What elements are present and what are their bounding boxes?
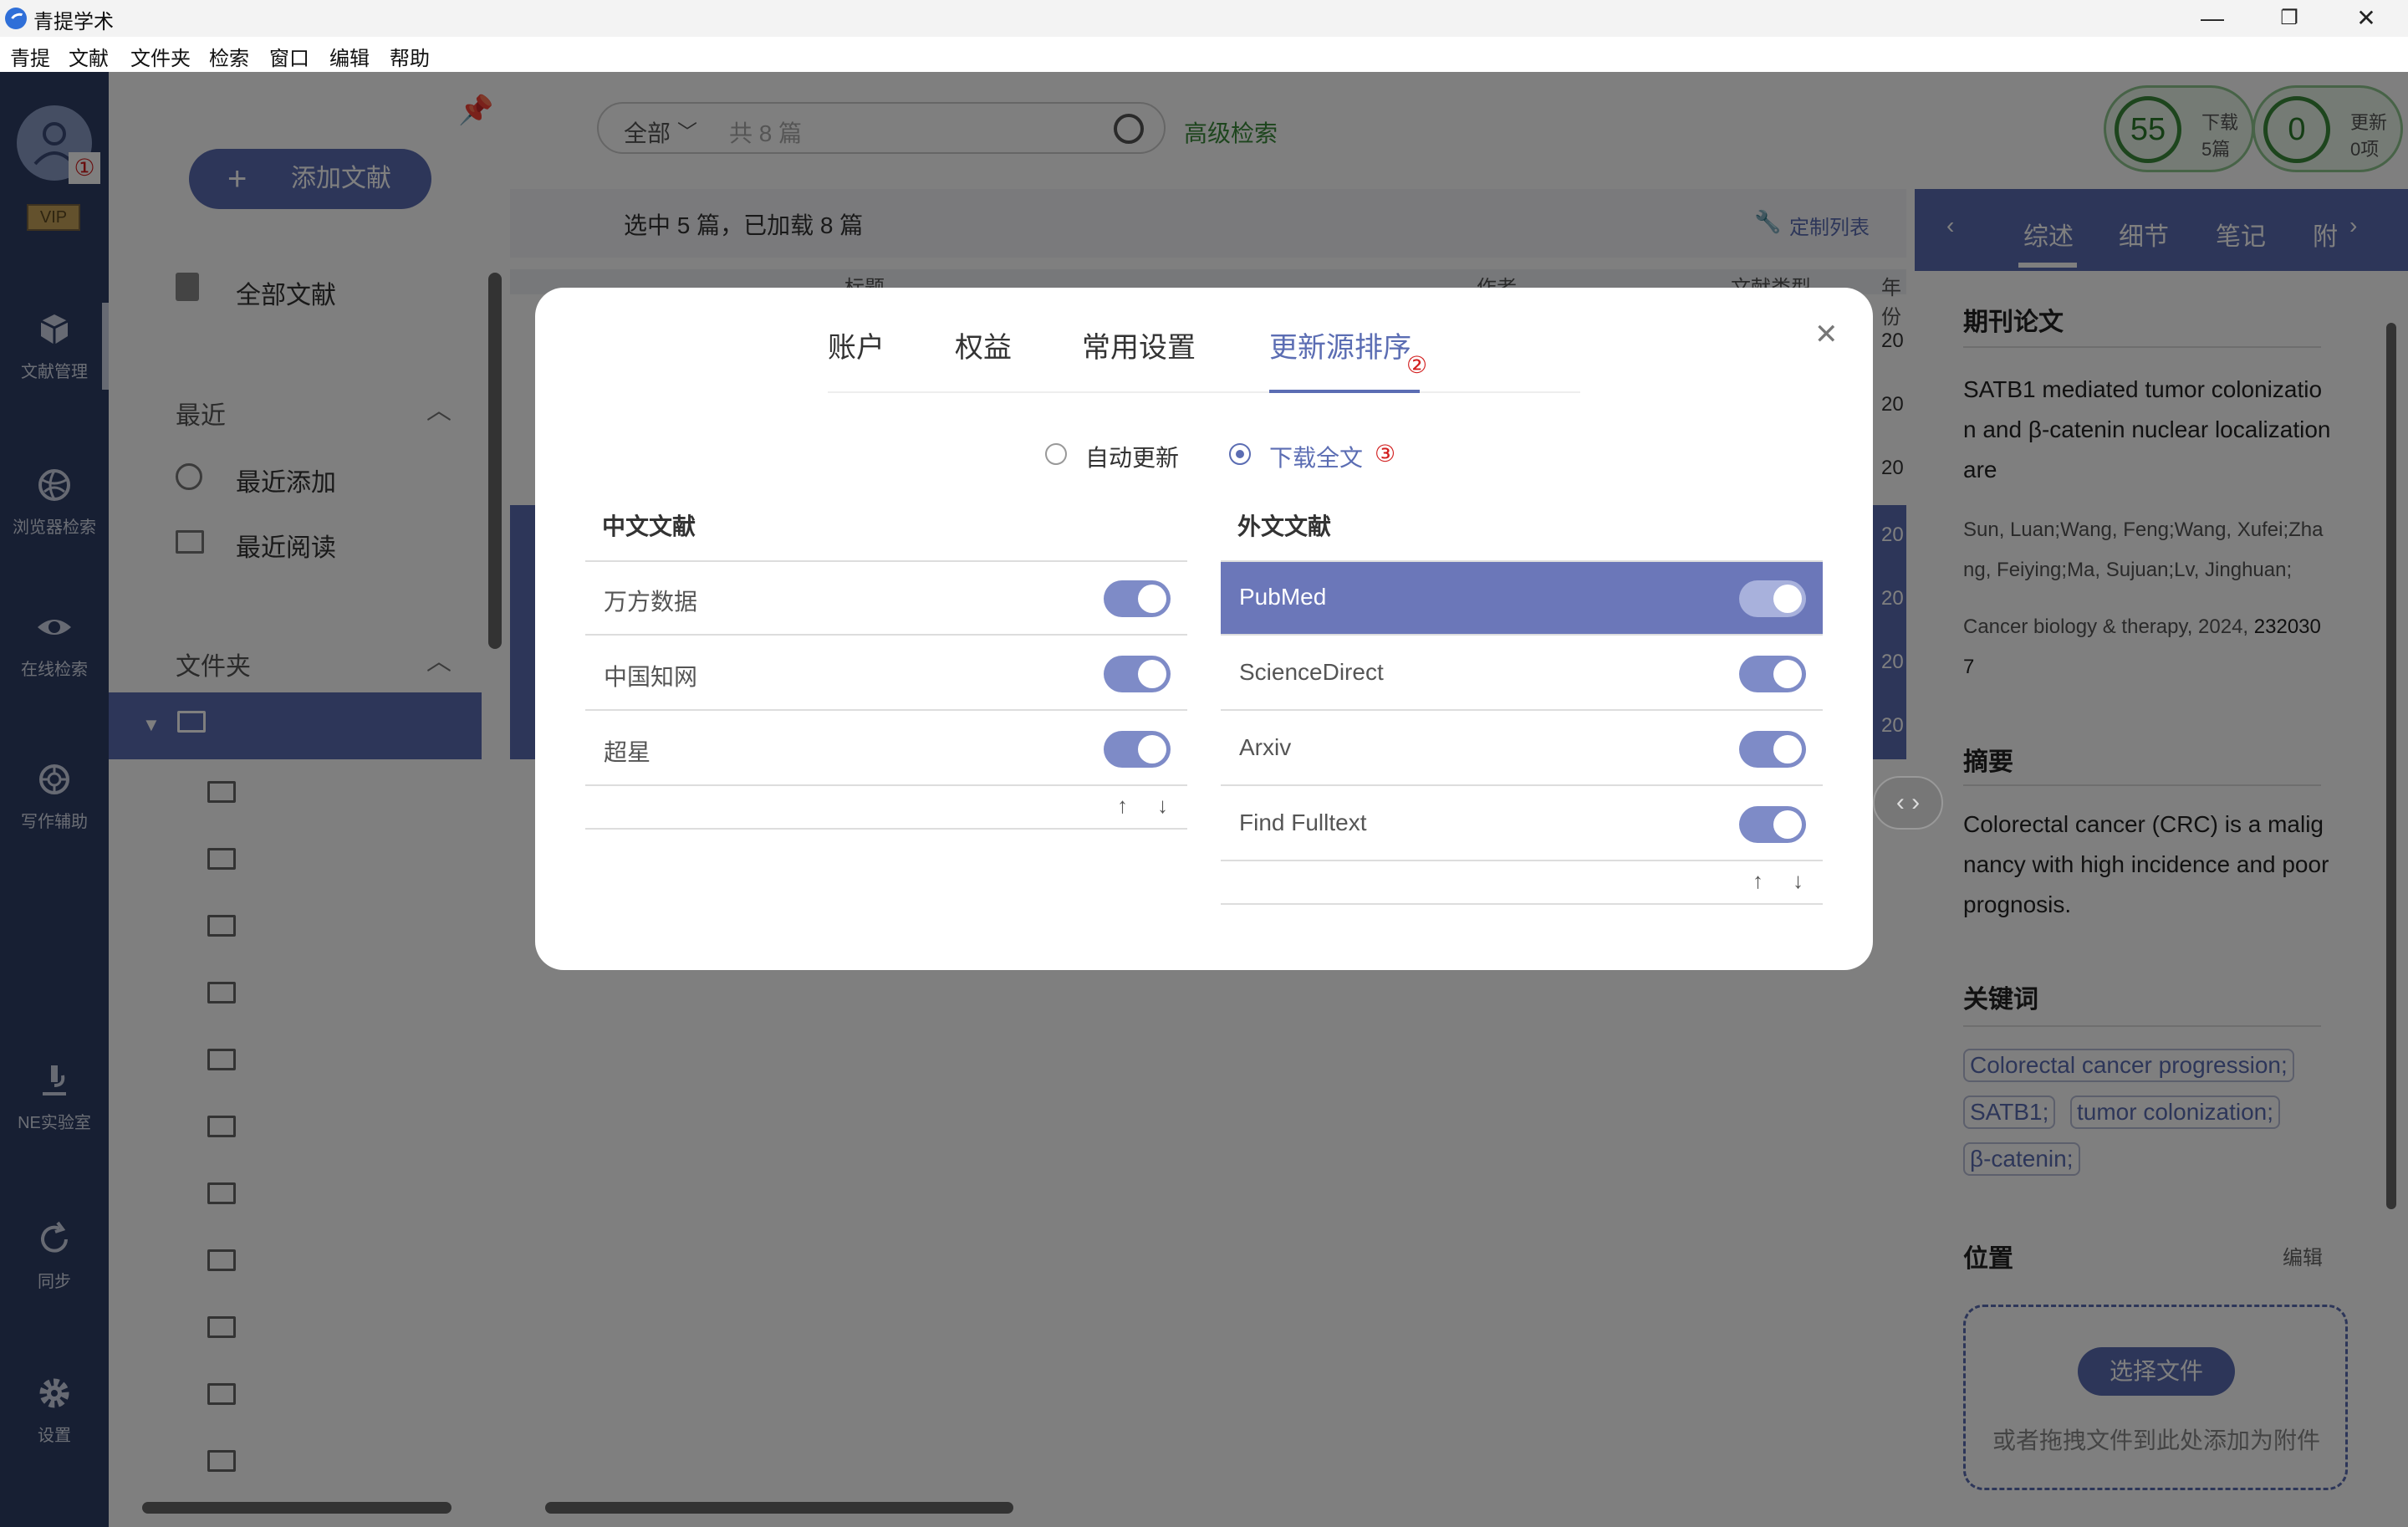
toggle-knob: [1773, 735, 1802, 764]
toggle-knob: [1138, 585, 1166, 613]
menu-help[interactable]: 帮助: [390, 42, 430, 71]
toggle-knob: [1138, 735, 1166, 764]
tab-active-underline: [1269, 390, 1420, 393]
source-toggle[interactable]: [1104, 731, 1171, 768]
tab-benefits[interactable]: 权益: [955, 324, 1012, 365]
settings-dialog: 账户 权益 常用设置 更新源排序 ② ✕ 自动更新 下载全文 ③ 中文文献 万方…: [535, 288, 1873, 970]
move-up-button[interactable]: ↑: [1752, 868, 1763, 894]
source-row-arxiv[interactable]: Arxiv: [1221, 712, 1823, 786]
source-toggle[interactable]: [1739, 656, 1806, 692]
source-label: 万方数据: [604, 589, 698, 615]
maximize-button[interactable]: ❐: [2251, 0, 2328, 37]
move-up-button[interactable]: ↑: [1117, 793, 1128, 819]
radio-auto-update[interactable]: [1045, 443, 1067, 465]
source-label: 超星: [604, 739, 651, 765]
toggle-knob: [1773, 660, 1802, 688]
source-row-wanfang[interactable]: 万方数据: [585, 562, 1187, 636]
source-label: Find Fulltext: [1239, 809, 1367, 835]
close-window-button[interactable]: ✕: [2328, 0, 2405, 37]
source-row-sciencedirect[interactable]: ScienceDirect: [1221, 637, 1823, 711]
source-row-chaoxing[interactable]: 超星: [585, 712, 1187, 786]
source-label: 中国知网: [604, 664, 698, 690]
title-bar: 青提学术 — ❐ ✕: [0, 0, 2408, 37]
menu-window[interactable]: 窗口: [269, 42, 309, 71]
annotation-mark-2: ②: [1406, 352, 1428, 378]
app-logo-icon: [5, 8, 27, 29]
close-dialog-button[interactable]: ✕: [1814, 318, 1839, 351]
radio-auto-update-label[interactable]: 自动更新: [1085, 440, 1179, 473]
move-down-button[interactable]: ↓: [1157, 793, 1168, 819]
divider: [1221, 903, 1823, 905]
tab-common-settings[interactable]: 常用设置: [1082, 324, 1196, 365]
radio-download-fulltext-label[interactable]: 下载全文: [1269, 440, 1363, 473]
source-toggle[interactable]: [1739, 806, 1806, 843]
tabs-divider: [828, 391, 1580, 393]
menu-qingti[interactable]: 青提: [10, 42, 50, 71]
minimize-button[interactable]: —: [2174, 0, 2251, 37]
source-label: PubMed: [1239, 584, 1327, 610]
toggle-knob: [1773, 810, 1802, 839]
source-row-pubmed[interactable]: PubMed: [1221, 562, 1823, 636]
source-label: ScienceDirect: [1239, 659, 1384, 685]
tab-account[interactable]: 账户: [828, 324, 885, 365]
divider: [585, 828, 1187, 830]
source-row-find-fulltext[interactable]: Find Fulltext: [1221, 788, 1823, 861]
toggle-knob: [1773, 585, 1802, 613]
radio-download-fulltext[interactable]: [1229, 443, 1251, 465]
menu-folder[interactable]: 文件夹: [130, 42, 191, 71]
zh-sources-header: 中文文献: [602, 513, 696, 539]
en-sources-header: 外文文献: [1237, 513, 1332, 539]
source-toggle[interactable]: [1104, 656, 1171, 692]
window-title: 青提学术: [33, 11, 114, 33]
menu-documents[interactable]: 文献: [69, 42, 109, 71]
panel-toggle-handle[interactable]: ‹ ›: [1873, 776, 1943, 830]
menu-bar: 青提 文献 文件夹 检索 窗口 编辑 帮助: [0, 37, 2408, 72]
menu-edit[interactable]: 编辑: [329, 42, 370, 71]
source-label: Arxiv: [1239, 734, 1292, 760]
source-toggle[interactable]: [1739, 580, 1806, 617]
menu-search[interactable]: 检索: [209, 42, 249, 71]
move-down-button[interactable]: ↓: [1793, 868, 1803, 894]
tab-source-order[interactable]: 更新源排序: [1269, 324, 1411, 365]
annotation-mark-3: ③: [1375, 441, 1396, 467]
toggle-knob: [1138, 660, 1166, 688]
source-toggle[interactable]: [1104, 580, 1171, 617]
source-row-cnki[interactable]: 中国知网: [585, 637, 1187, 711]
source-toggle[interactable]: [1739, 731, 1806, 768]
